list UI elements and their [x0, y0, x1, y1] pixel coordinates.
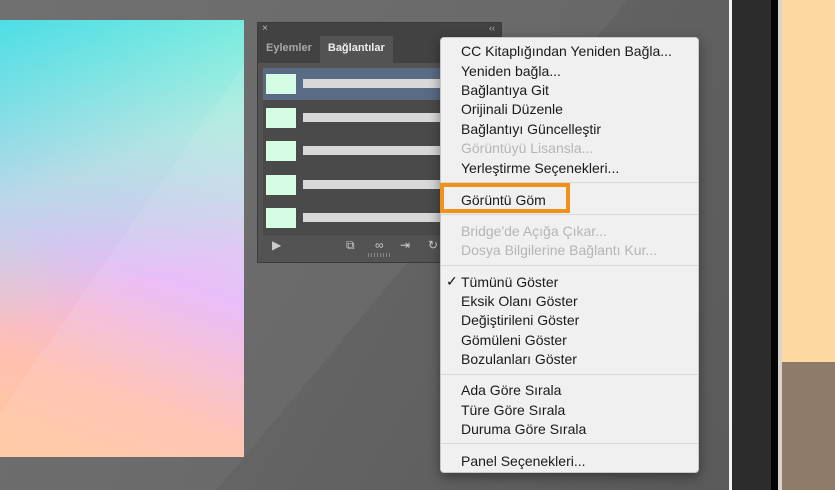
menu-separator [441, 374, 698, 375]
menu-item[interactable]: CC Kitaplığından Yeniden Bağla... [461, 42, 672, 60]
menu-separator [441, 182, 698, 183]
menu-item[interactable]: Bozulanları Göster [461, 350, 577, 368]
menu-item[interactable]: Yeniden bağla... [461, 62, 561, 80]
link-thumbnail [266, 141, 296, 161]
checkmark-icon: ✓ [446, 273, 458, 289]
tab-eylemler[interactable]: Eylemler [258, 36, 320, 63]
menu-item[interactable]: Bağlantıyı Güncelleştir [461, 120, 601, 138]
swatch-peach [782, 0, 835, 362]
side-dock [732, 0, 771, 490]
menu-item[interactable]: Tümünü Göster [461, 273, 558, 291]
link-thumbnail [266, 107, 296, 128]
menu-separator [441, 214, 698, 215]
menu-separator [441, 443, 698, 444]
go-to-link-icon[interactable]: ⇥ [400, 238, 410, 252]
tab-baglantilar[interactable]: Bağlantılar [319, 36, 393, 63]
play-icon[interactable]: ▶ [272, 238, 281, 252]
divider [771, 0, 778, 490]
link-thumbnail [266, 174, 296, 195]
resize-grip[interactable] [368, 253, 392, 257]
collapse-icon[interactable]: ‹‹ [489, 23, 495, 33]
link-thumbnail [266, 208, 296, 228]
panel-titlebar[interactable]: × ‹‹ [258, 23, 501, 36]
menu-item[interactable]: Eksik Olanı Göster [461, 292, 578, 310]
menu-separator [441, 265, 698, 266]
menu-item[interactable]: Görüntü Göm [461, 191, 546, 209]
menu-item: Dosya Bilgilerine Bağlantı Kur... [461, 242, 658, 258]
menu-item[interactable]: Panel Seçenekleri... [461, 452, 586, 470]
menu-item[interactable]: Yerleştirme Seçenekleri... [461, 159, 619, 177]
relink-cc-icon[interactable]: ⧉ [346, 238, 355, 253]
link-icon[interactable]: ∞ [375, 238, 384, 252]
menu-item[interactable]: Değiştirileni Göster [461, 311, 579, 329]
swatch-brown [782, 362, 835, 490]
menu-item: Görüntüyü Lisansla... [461, 140, 594, 156]
menu-item[interactable]: Ada Göre Sırala [461, 381, 561, 399]
update-icon[interactable]: ↻ [428, 238, 438, 252]
panel-context-menu: CC Kitaplığından Yeniden Bağla... Yeniden… [440, 37, 699, 473]
menu-item[interactable]: Türe Göre Sırala [461, 401, 565, 419]
menu-item[interactable]: Orijinali Düzenle [461, 100, 563, 118]
canvas-gradient-image[interactable] [0, 20, 244, 457]
menu-item[interactable]: Bağlantıya Git [461, 81, 549, 99]
menu-item[interactable]: Duruma Göre Sırala [461, 420, 586, 438]
menu-item[interactable]: Gömüleni Göster [461, 331, 567, 349]
menu-item: Bridge'de Açığa Çıkar... [461, 223, 607, 239]
link-thumbnail [266, 74, 296, 94]
close-icon[interactable]: × [262, 23, 268, 34]
